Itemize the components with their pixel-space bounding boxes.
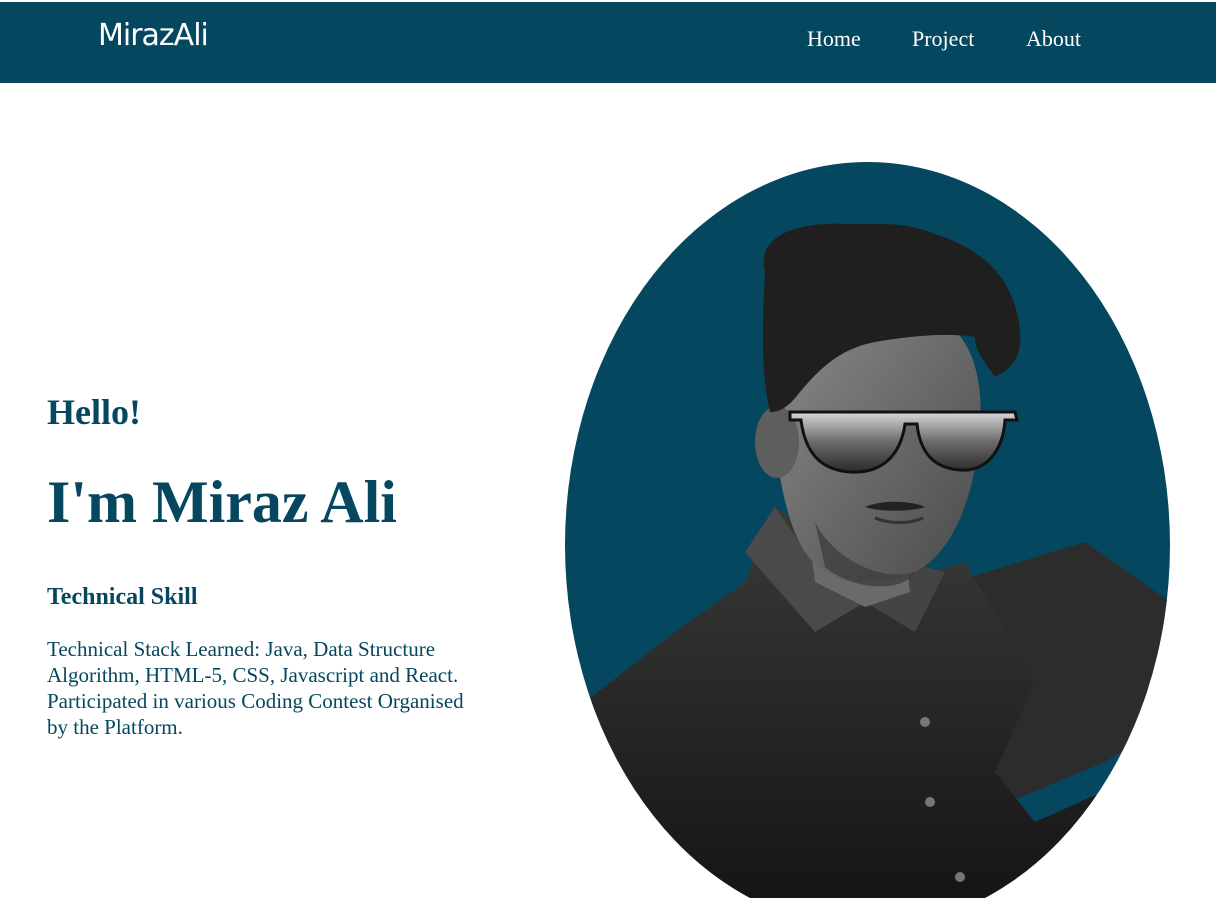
nav-about-link[interactable]: About bbox=[1026, 26, 1081, 52]
navbar: MirazAli Home Project About bbox=[0, 2, 1216, 83]
nav-home-link[interactable]: Home bbox=[807, 26, 861, 52]
name-heading: I'm Miraz Ali bbox=[47, 469, 397, 535]
brand-logo[interactable]: MirazAli bbox=[98, 18, 209, 54]
technical-skill-description: Technical Stack Learned: Java, Data Stru… bbox=[47, 637, 464, 739]
profile-photo bbox=[565, 162, 1170, 898]
technical-skill-heading: Technical Skill bbox=[47, 584, 198, 610]
nav-project-link[interactable]: Project bbox=[912, 26, 974, 52]
hero-intro: Hello! I'm Miraz Ali Technical Skill Tec… bbox=[47, 390, 487, 740]
greeting-heading: Hello! bbox=[47, 392, 141, 432]
